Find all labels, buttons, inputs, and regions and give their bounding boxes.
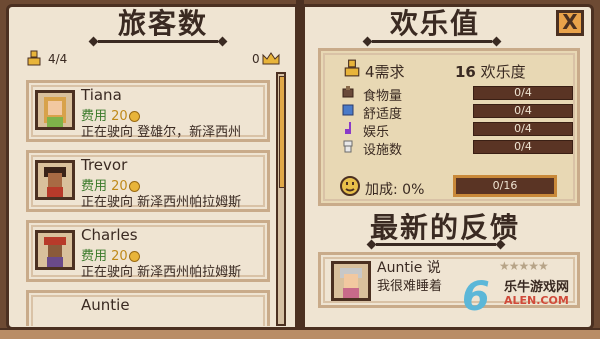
traveler-card-charles[interactable]: Charles 费用 20 正在驶向 新泽西州帕拉姆斯 xyxy=(26,220,270,282)
traveler-destination: 正在驶向 新泽西州帕拉姆斯 xyxy=(81,265,242,280)
happiness-title-underline xyxy=(372,40,492,43)
stat-row-comfort: 舒适度 0/4 xyxy=(339,103,575,122)
crown-icon xyxy=(262,52,280,65)
need-text: 4需求 xyxy=(365,63,405,81)
traveler-name: Trevor xyxy=(81,156,128,174)
watermark-site-url: ALEN.COM xyxy=(504,294,569,307)
traveler-card-auntie[interactable]: Auntie xyxy=(26,290,270,326)
happiness-panel: 4需求 16 欢乐度 食物量 0/4 舒适度 0/4 娱乐 0/4 设施数 0/… xyxy=(318,48,580,206)
traveler-portrait-tiana xyxy=(35,90,75,130)
stat-row-facilities: 设施数 0/4 xyxy=(339,139,575,158)
stat-bar: 0/4 xyxy=(473,104,573,118)
feedback-title: 最新的反馈 xyxy=(370,211,521,244)
person-icon xyxy=(344,59,360,77)
bonus-label: 加成: 0% xyxy=(365,182,425,198)
food-icon xyxy=(342,86,354,98)
book-spine xyxy=(296,0,304,337)
stat-row-food: 食物量 0/4 xyxy=(339,85,575,104)
feedback-text: 我很难睡着 xyxy=(377,279,443,294)
crown-count: 0 xyxy=(252,52,260,66)
traveler-name: Charles xyxy=(81,226,138,244)
scroll-thumb[interactable] xyxy=(279,76,285,188)
feedback-portrait-auntie xyxy=(331,261,371,301)
person-icon xyxy=(27,50,41,66)
happiness-summary: 16 欢乐度 xyxy=(455,63,526,81)
traveler-name: Tiana xyxy=(81,86,122,104)
close-button[interactable]: X xyxy=(556,10,584,36)
capacity-text: 4/4 xyxy=(48,52,68,66)
traveler-destination: 正在驶向 新泽西州帕拉姆斯 xyxy=(81,195,242,210)
feedback-name: Auntie 说 xyxy=(377,260,441,276)
music-note-icon xyxy=(345,122,351,134)
watermark-site-name: 乐牛游戏网 xyxy=(504,280,570,295)
traveler-portrait-trevor xyxy=(35,160,75,200)
traveler-card-trevor[interactable]: Trevor 费用 20 正在驶向 新泽西州帕拉姆斯 xyxy=(26,150,270,212)
travelers-title: 旅客数 xyxy=(118,7,209,40)
watermark-logo: 6 xyxy=(462,274,490,320)
traveler-portrait-charles xyxy=(35,230,75,270)
smiley-icon xyxy=(340,176,360,196)
traveler-destination: 正在驶向 登雄尔，新泽西州 xyxy=(81,125,242,140)
toilet-icon xyxy=(343,140,353,153)
traveler-card-tiana[interactable]: Tiana 费用 20 正在驶向 登雄尔，新泽西州 xyxy=(26,80,270,142)
comfort-icon xyxy=(342,104,354,116)
happiness-title: 欢乐值 xyxy=(390,7,481,40)
stat-bar: 0/4 xyxy=(473,122,573,136)
bonus-bar: 0/16 xyxy=(453,175,557,197)
watermark: 6 乐牛游戏网 ALEN.COM xyxy=(458,262,598,332)
stat-row-entertainment: 娱乐 0/4 xyxy=(339,121,575,140)
stat-bar: 0/4 xyxy=(473,86,573,100)
stat-bar: 0/4 xyxy=(473,140,573,154)
travelers-title-underline xyxy=(98,40,218,43)
traveler-name: Auntie xyxy=(81,296,130,314)
traveler-list: Tiana 费用 20 正在驶向 登雄尔，新泽西州 Trevor 费用 20 正… xyxy=(26,80,274,326)
feedback-title-underline xyxy=(376,243,496,246)
capacity-row: 4/4 0 xyxy=(26,50,288,70)
traveler-scrollbar[interactable] xyxy=(276,72,286,326)
